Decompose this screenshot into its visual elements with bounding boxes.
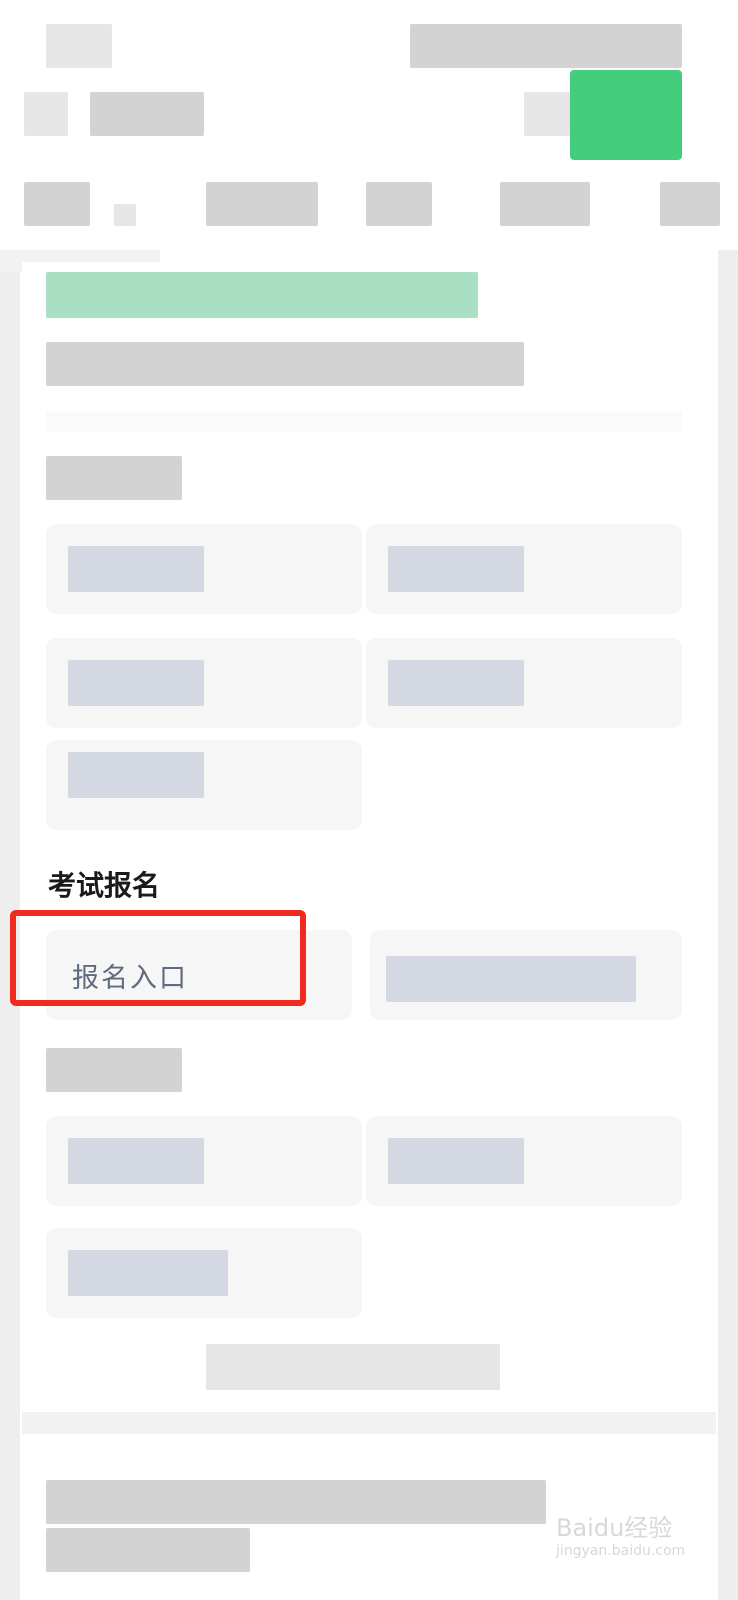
back-icon[interactable] (24, 92, 68, 136)
tile-c3[interactable] (46, 1228, 362, 1318)
watermark-suffix: 经验 (624, 1514, 673, 1542)
intro-text (46, 342, 524, 386)
tab-3[interactable] (366, 182, 432, 226)
tab-dot (114, 204, 136, 226)
tile-a1[interactable] (46, 524, 362, 614)
watermark-url: jingyan.baidu.com (556, 1543, 686, 1559)
tile-c1[interactable] (46, 1116, 362, 1206)
header-green-button[interactable] (570, 70, 682, 160)
tile-a4[interactable] (366, 638, 682, 728)
section-divider (22, 1412, 716, 1434)
bottom-text-line2 (46, 1528, 250, 1572)
banner-title (46, 272, 478, 318)
highlight-box (10, 910, 306, 1006)
right-gutter (718, 250, 738, 1600)
watermark-brand: Bai (556, 1514, 594, 1542)
more-link[interactable] (206, 1344, 500, 1390)
tile-c2[interactable] (366, 1116, 682, 1206)
status-bar-time (46, 24, 112, 68)
tile-b2[interactable] (370, 930, 682, 1020)
section-a-heading (46, 456, 182, 500)
section-c-heading (46, 1048, 182, 1092)
baidu-watermark: Baidu经验 jingyan.baidu.com (556, 1508, 685, 1559)
bottom-text-line1 (46, 1480, 546, 1524)
tab-1[interactable] (24, 182, 90, 226)
tile-a2[interactable] (366, 524, 682, 614)
tile-a5[interactable] (46, 740, 362, 830)
section-title-exam-registration: 考试报名 (48, 869, 161, 902)
header-title (90, 92, 204, 136)
watermark-glyph: du (593, 1514, 625, 1542)
tile-a3[interactable] (46, 638, 362, 728)
header-action[interactable] (524, 92, 570, 136)
tab-2[interactable] (206, 182, 318, 226)
tab-5[interactable] (660, 182, 720, 226)
intro-subtext (46, 412, 682, 432)
status-bar-icons (410, 24, 682, 68)
tab-4[interactable] (500, 182, 590, 226)
